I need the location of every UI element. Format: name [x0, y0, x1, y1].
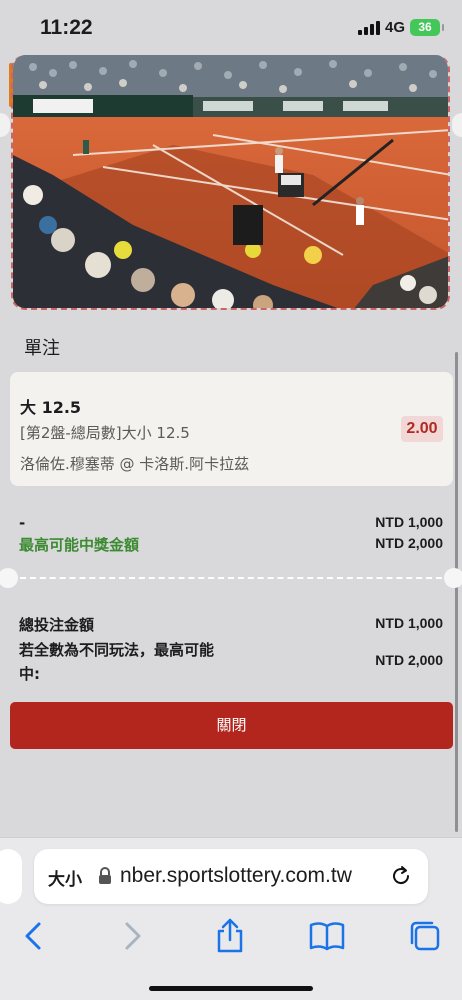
bet-card: 大 12.5 [第2盤-總局數]大小 12.5 洛倫佐.穆塞蒂 @ 卡洛斯.阿卡… [10, 372, 453, 486]
previous-tab-preview[interactable] [0, 849, 22, 904]
address-bar[interactable]: 大小 nber.sportslottery.com.tw [34, 849, 428, 904]
max-win-value: NTD 2,000 [375, 535, 443, 551]
total-stake-label: 總投注金額 [19, 616, 95, 634]
prev-stream-handle[interactable] [0, 113, 10, 137]
total-max-win-value: NTD 2,000 [375, 652, 443, 668]
dashed-divider [20, 577, 442, 579]
bet-selection: 大 12.5 [20, 398, 82, 417]
total-stake-value: NTD 1,000 [375, 615, 443, 631]
status-bar: 11:22 4G 36 [0, 0, 462, 54]
bookmarks-icon[interactable] [307, 918, 347, 954]
back-icon[interactable] [14, 918, 54, 954]
battery-level: 36 [418, 20, 432, 34]
ticket-notch-right [444, 568, 462, 588]
lock-icon [99, 867, 111, 884]
bet-market: [第2盤-總局數]大小 12.5 [20, 424, 190, 442]
browser-toolbar: 大小 nber.sportslottery.com.tw [0, 837, 462, 1000]
tennis-court-image [13, 55, 448, 308]
ticket-divider [0, 568, 462, 588]
max-win-label: 最高可能中獎金額 [19, 536, 140, 554]
total-max-win-label: 若全數為不同玩法，最高可能中: [19, 641, 215, 683]
reload-icon[interactable] [389, 864, 413, 888]
ticket-notch-left [0, 568, 18, 588]
home-indicator [149, 986, 313, 991]
text-size-button[interactable]: 大小 [48, 865, 82, 890]
cellular-signal-icon [358, 21, 380, 35]
battery-icon: 36 [410, 19, 444, 36]
bet-event: 洛倫佐.穆塞蒂 @ 卡洛斯.阿卡拉茲 [20, 455, 250, 473]
stake-value: NTD 1,000 [375, 514, 443, 530]
stake-input-placeholder: - [19, 514, 26, 532]
url-text[interactable]: nber.sportslottery.com.tw [120, 864, 352, 888]
network-type: 4G [385, 19, 406, 36]
live-video-frame[interactable] [11, 55, 450, 310]
live-video-player[interactable] [13, 55, 448, 308]
bet-type-title: 單注 [24, 338, 60, 359]
next-stream-handle[interactable] [452, 113, 462, 137]
share-icon[interactable] [210, 918, 250, 954]
forward-icon[interactable] [112, 918, 152, 954]
status-time: 11:22 [40, 16, 93, 39]
close-button[interactable]: 關閉 [10, 702, 453, 749]
tabs-icon[interactable] [405, 918, 445, 954]
scrollbar[interactable] [455, 352, 458, 832]
odds-badge: 2.00 [401, 416, 443, 442]
